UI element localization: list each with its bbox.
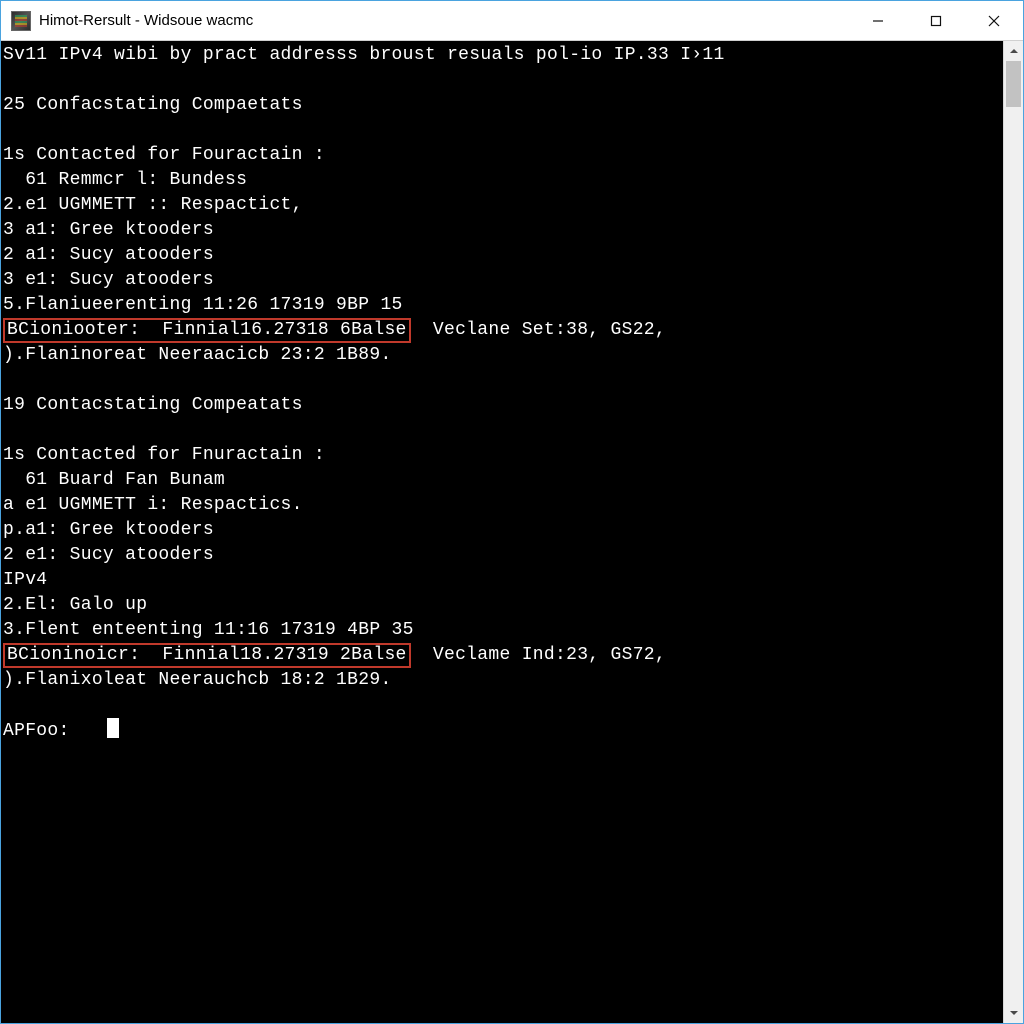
terminal-line <box>3 693 1003 718</box>
terminal-line: ).Flaninoreat Neeraacicb 23:2 1B89. <box>3 343 1003 368</box>
terminal-line: BCioniooter: Finnial16.27318 6Balse Vecl… <box>3 318 1003 343</box>
close-button[interactable] <box>965 1 1023 41</box>
close-icon <box>988 15 1000 27</box>
vertical-scrollbar[interactable] <box>1003 41 1023 1023</box>
maximize-icon <box>930 15 942 27</box>
terminal-line: 3.Flent enteenting 11:16 17319 4BP 35 <box>3 618 1003 643</box>
terminal-line: BCioninoicr: Finnial18.27319 2Balse Vecl… <box>3 643 1003 668</box>
minimize-icon <box>872 15 884 27</box>
terminal-line: 1s Contacted for Fnuractain : <box>3 443 1003 468</box>
terminal-line <box>3 418 1003 443</box>
terminal-line: ).Flanixoleat Neerauchcb 18:2 1B29. <box>3 668 1003 693</box>
client-area: Sv11 IPv4 wibi by pract addresss broust … <box>1 41 1023 1023</box>
terminal-line: IPv4 <box>3 568 1003 593</box>
scroll-up-button[interactable] <box>1004 41 1023 61</box>
titlebar[interactable]: Himot-Rersult - Widsoue wacmc <box>1 1 1023 41</box>
scrollbar-track[interactable] <box>1004 61 1023 1003</box>
terminal-line: 2 e1: Sucy atooders <box>3 543 1003 568</box>
terminal-line: 61 Buard Fan Bunam <box>3 468 1003 493</box>
terminal-line: 19 Contacstating Compeatats <box>3 393 1003 418</box>
window-frame: Himot-Rersult - Widsoue wacmc Sv11 IPv4 … <box>0 0 1024 1024</box>
window-title: Himot-Rersult - Widsoue wacmc <box>39 12 253 29</box>
terminal-line: 2.El: Galo up <box>3 593 1003 618</box>
highlighted-segment: BCioniooter: Finnial16.27318 6Balse <box>3 318 411 343</box>
terminal-line: 2.e1 UGMMETT :: Respactict, <box>3 193 1003 218</box>
terminal-line: 5.Flaniueerenting 11:26 17319 9BP 15 <box>3 293 1003 318</box>
terminal-line <box>3 118 1003 143</box>
terminal-line: 25 Confacstating Compaetats <box>3 93 1003 118</box>
terminal-line <box>3 368 1003 393</box>
terminal-line: a e1 UGMMETT i: Respactics. <box>3 493 1003 518</box>
terminal-line: 61 Remmcr l: Bundess <box>3 168 1003 193</box>
terminal-line: 3 a1: Gree ktooders <box>3 218 1003 243</box>
terminal-line: p.a1: Gree ktooders <box>3 518 1003 543</box>
terminal-line: 2 a1: Sucy atooders <box>3 243 1003 268</box>
terminal-line: 3 e1: Sucy atooders <box>3 268 1003 293</box>
terminal-output[interactable]: Sv11 IPv4 wibi by pract addresss broust … <box>1 41 1003 1023</box>
scroll-down-button[interactable] <box>1004 1003 1023 1023</box>
scrollbar-thumb[interactable] <box>1006 61 1021 107</box>
minimize-button[interactable] <box>849 1 907 41</box>
chevron-down-icon <box>1009 1008 1019 1018</box>
chevron-up-icon <box>1009 46 1019 56</box>
terminal-line: Sv11 IPv4 wibi by pract addresss broust … <box>3 43 1003 68</box>
terminal-line: 1s Contacted for Fouractain : <box>3 143 1003 168</box>
terminal-line <box>3 68 1003 93</box>
terminal-prompt[interactable]: APFoo: <box>3 718 1003 743</box>
maximize-button[interactable] <box>907 1 965 41</box>
cursor <box>107 718 119 738</box>
highlighted-segment: BCioninoicr: Finnial18.27319 2Balse <box>3 643 411 668</box>
app-icon <box>11 11 31 31</box>
